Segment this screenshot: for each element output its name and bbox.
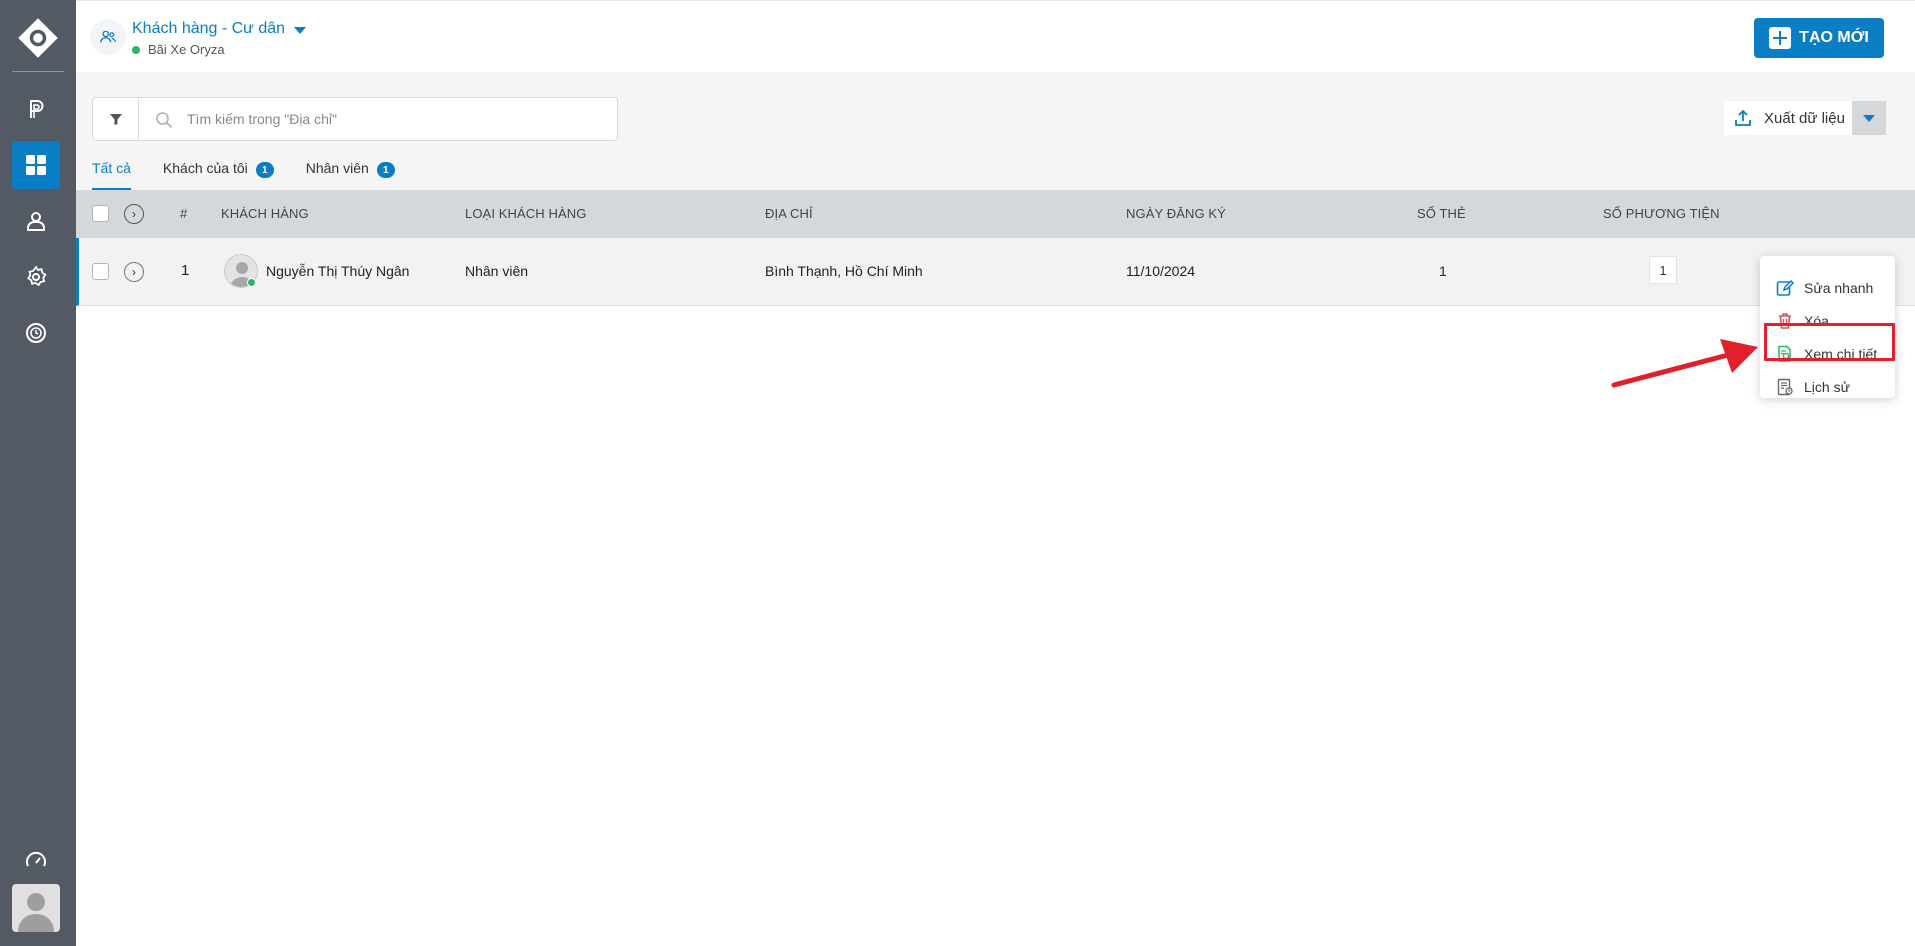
customer-type: Nhân viên bbox=[465, 263, 529, 279]
customers-icon bbox=[90, 19, 126, 55]
sidebar-divider bbox=[12, 71, 64, 72]
row-expand-button[interactable]: › bbox=[124, 262, 144, 282]
column-header-vehicle-count[interactable]: SỐ PHƯƠNG TIỆN bbox=[1603, 206, 1720, 221]
speedometer-icon[interactable] bbox=[24, 849, 48, 873]
avatar-placeholder-icon bbox=[18, 893, 54, 932]
tab-label: Nhân viên bbox=[305, 160, 369, 176]
table-row[interactable]: › 1 Nguyễn Thị Thúy Ngân Nhân viên Bình … bbox=[76, 238, 1915, 306]
chevron-right-icon: › bbox=[132, 265, 136, 279]
customer-address: Bình Thạnh, Hồ Chí Minh bbox=[765, 263, 923, 279]
tab-label: Khách của tôi bbox=[162, 160, 248, 176]
sidebar-item-history[interactable] bbox=[12, 309, 60, 357]
upload-icon bbox=[1735, 109, 1751, 126]
search-icon bbox=[156, 112, 173, 129]
select-all-checkbox[interactable] bbox=[92, 205, 109, 222]
menu-item-label: Lịch sử bbox=[1804, 379, 1850, 395]
sidebar-item-user[interactable] bbox=[12, 197, 60, 245]
create-new-label: TẠO MỚI bbox=[1799, 29, 1869, 46]
row-index: 1 bbox=[181, 262, 190, 279]
parking-icon bbox=[30, 100, 44, 118]
online-status-dot bbox=[247, 278, 256, 287]
status-dot bbox=[132, 45, 140, 54]
page-title[interactable]: Khách hàng - Cư dân bbox=[132, 20, 285, 38]
tab-label: Tất cả bbox=[92, 160, 131, 176]
vehicle-count[interactable]: 1 bbox=[1649, 256, 1677, 284]
registered-date: 11/10/2024 bbox=[1126, 263, 1196, 279]
filter-icon bbox=[109, 114, 122, 125]
sidebar-item-settings[interactable] bbox=[12, 253, 60, 301]
customer-name[interactable]: Nguyễn Thị Thúy Ngân bbox=[266, 263, 409, 279]
filter-button[interactable] bbox=[93, 98, 139, 140]
parking-lot-name: Bãi Xe Oryza bbox=[148, 42, 225, 57]
history-clock-icon bbox=[26, 323, 46, 343]
sidebar-item-parking[interactable] bbox=[12, 85, 60, 133]
column-header-customer-type[interactable]: LOẠI KHÁCH HÀNG bbox=[465, 206, 586, 221]
highlight-box bbox=[1764, 323, 1895, 361]
history-doc-icon bbox=[1777, 378, 1793, 396]
column-header-customer[interactable]: KHÁCH HÀNG bbox=[221, 206, 309, 221]
menu-item-history[interactable]: Lịch sử bbox=[1776, 375, 1850, 399]
settings-gear-icon bbox=[27, 265, 47, 287]
export-dropdown-button[interactable] bbox=[1852, 101, 1886, 135]
chevron-down-icon[interactable] bbox=[294, 27, 306, 34]
user-avatar[interactable] bbox=[12, 884, 60, 932]
edit-icon bbox=[1776, 279, 1794, 296]
row-checkbox[interactable] bbox=[92, 263, 109, 280]
table-header: › # KHÁCH HÀNG LOẠI KHÁCH HÀNG ĐỊA CHỈ N… bbox=[76, 190, 1915, 238]
export-data-button[interactable]: Xuất dữ liệu bbox=[1724, 101, 1854, 135]
sidebar-item-dashboard[interactable] bbox=[12, 141, 60, 189]
count-badge: 1 bbox=[255, 162, 274, 178]
tab-all[interactable]: Tất cả bbox=[92, 160, 131, 190]
sidebar bbox=[0, 0, 76, 946]
menu-item-quick-edit[interactable]: Sửa nhanh bbox=[1776, 276, 1873, 300]
parking-lot-label: Bãi Xe Oryza bbox=[132, 42, 225, 57]
chevron-right-icon: › bbox=[132, 207, 136, 221]
page-header: Khách hàng - Cư dân Bãi Xe Oryza TẠO MỚI bbox=[76, 0, 1915, 72]
column-header-address[interactable]: ĐỊA CHỈ bbox=[765, 206, 813, 221]
tab-staff[interactable]: Nhân viên 1 bbox=[306, 160, 395, 190]
annotation-arrow-icon bbox=[1611, 339, 1758, 388]
column-header-index: # bbox=[180, 206, 188, 221]
plus-icon bbox=[1769, 27, 1792, 49]
expand-all-button[interactable]: › bbox=[124, 204, 144, 224]
export-data-label: Xuất dữ liệu bbox=[1764, 109, 1845, 127]
search-bar bbox=[92, 97, 618, 141]
vehicle-count-value: 1 bbox=[1659, 262, 1667, 278]
tab-bar: Tất cả Khách của tôi 1 Nhân viên 1 bbox=[92, 160, 395, 190]
count-badge: 1 bbox=[376, 162, 395, 178]
main-content: Xuất dữ liệu Tất cả Khách của tôi 1 Nhân… bbox=[76, 72, 1915, 946]
menu-item-label: Sửa nhanh bbox=[1804, 280, 1874, 296]
search-input[interactable] bbox=[187, 98, 587, 140]
column-header-registered-date[interactable]: NGÀY ĐĂNG KÝ bbox=[1126, 206, 1226, 221]
create-new-button[interactable]: TẠO MỚI bbox=[1754, 18, 1884, 58]
tab-my-customers[interactable]: Khách của tôi 1 bbox=[163, 160, 274, 190]
column-header-card-count[interactable]: SỐ THẺ bbox=[1417, 206, 1466, 221]
card-count: 1 bbox=[1439, 263, 1447, 279]
dashboard-grid-icon bbox=[26, 155, 46, 175]
app-logo-icon[interactable] bbox=[18, 18, 58, 58]
chevron-down-icon bbox=[1863, 114, 1875, 122]
user-icon bbox=[27, 212, 45, 231]
